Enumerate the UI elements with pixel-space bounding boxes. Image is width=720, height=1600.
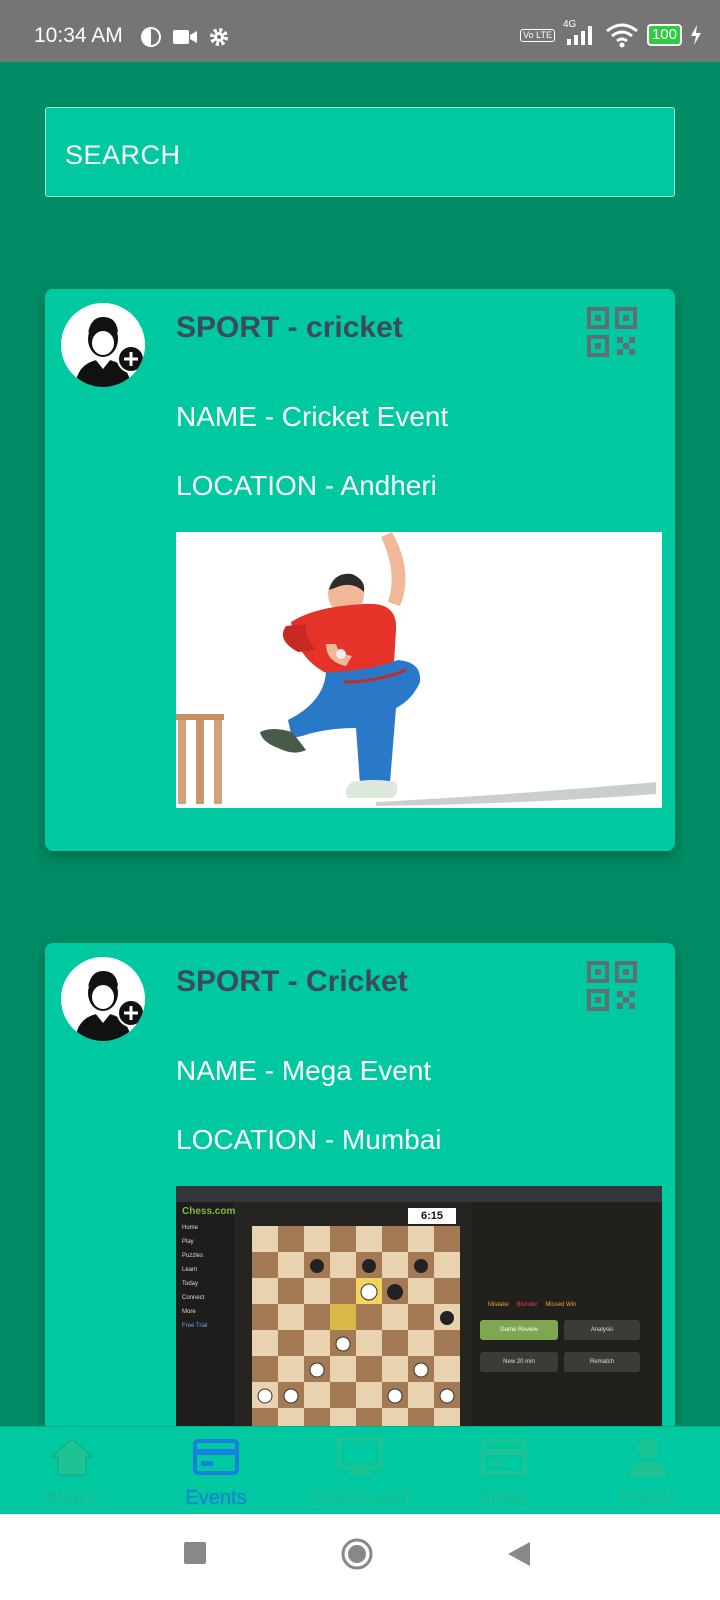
search-input[interactable]: SEARCH xyxy=(45,107,675,197)
monitor-icon xyxy=(337,1437,383,1476)
person-icon xyxy=(630,1438,666,1477)
chess-menu-item: Home xyxy=(182,1225,199,1231)
volte-badge: Vo LTE xyxy=(520,28,555,42)
cricket-bowler-illustration xyxy=(176,532,662,808)
missed-win-tag: Missed Win xyxy=(545,1302,577,1308)
nav-label: Dashboard xyxy=(311,1487,409,1509)
event-location: LOCATION - Mumbai xyxy=(176,1124,442,1155)
card-icon xyxy=(193,1439,239,1475)
chess-menu-item: Play xyxy=(182,1239,194,1245)
mistake-tag: Mistake xyxy=(488,1302,509,1308)
nav-events[interactable]: Events xyxy=(144,1427,288,1514)
user-add-icon xyxy=(61,957,145,1041)
chess-menu-item: More xyxy=(182,1309,196,1315)
avatar[interactable] xyxy=(61,957,145,1041)
home-icon xyxy=(50,1438,94,1476)
nav-label: News xyxy=(478,1487,529,1509)
nav-home[interactable]: Home xyxy=(0,1427,144,1514)
event-image xyxy=(176,532,662,808)
nav-label: Profile xyxy=(619,1487,677,1509)
event-name: NAME - Mega Event xyxy=(176,1055,432,1086)
event-sport: SPORT - cricket xyxy=(176,311,403,344)
avatar[interactable] xyxy=(61,303,145,387)
chess-logo: Chess.com xyxy=(182,1206,236,1217)
event-card[interactable]: SPORT - cricket NAME - Cricket Event LOC… xyxy=(45,289,675,851)
video-icon xyxy=(173,30,197,44)
recents-icon[interactable] xyxy=(184,1542,206,1564)
settings-gear-icon xyxy=(210,28,228,46)
charging-icon xyxy=(691,25,701,45)
nav-label: Home xyxy=(45,1487,99,1509)
chess-menu-item: Free Trial xyxy=(182,1323,208,1329)
nav-dashboard[interactable]: Dashboard xyxy=(288,1427,432,1514)
event-image: Chess.com Home Play Puzzles Learn Today … xyxy=(176,1186,662,1463)
event-card[interactable]: SPORT - Cricket NAME - Mega Event LOCATI… xyxy=(45,943,675,1463)
back-icon[interactable] xyxy=(508,1542,530,1566)
system-nav-bar xyxy=(0,1514,720,1600)
event-name: NAME - Cricket Event xyxy=(176,401,449,432)
app-notification-icon xyxy=(141,27,161,47)
chess-menu-item: Today xyxy=(182,1281,199,1287)
analysis-button: Analysis xyxy=(564,1320,640,1340)
chess-sidebar: Chess.com Home Play Puzzles Learn Today … xyxy=(176,1202,236,1463)
event-sport: SPORT - Cricket xyxy=(176,965,408,998)
home-button-icon[interactable] xyxy=(341,1538,373,1570)
status-time: 10:34 AM xyxy=(34,24,123,47)
new-game-button: New 20 min xyxy=(480,1352,558,1372)
bottom-nav: Home Events Dashboard News Profile xyxy=(0,1426,720,1514)
chess-menu-item: Learn xyxy=(182,1267,198,1273)
chess-panel: Mistake Blunder Missed Win Game Review A… xyxy=(472,1202,662,1463)
chess-menu-item: Puzzles xyxy=(182,1253,204,1259)
status-bar: 10:34 AM Vo LTE 4G 100 xyxy=(0,0,720,62)
signal-icon xyxy=(566,26,592,45)
user-add-icon xyxy=(61,303,145,387)
chess-menu-item: Connect xyxy=(182,1295,205,1301)
qr-code-icon[interactable] xyxy=(587,961,637,1011)
search-placeholder: SEARCH xyxy=(65,140,181,170)
event-location: LOCATION - Andheri xyxy=(176,470,437,501)
blunder-tag: Blunder xyxy=(516,1302,538,1308)
card-icon xyxy=(481,1439,527,1475)
nav-label: Events xyxy=(185,1487,247,1509)
qr-code-icon[interactable] xyxy=(587,307,637,357)
rematch-button: Rematch xyxy=(564,1352,640,1372)
chess-clock: 6:15 xyxy=(408,1208,456,1224)
wifi-icon xyxy=(606,23,638,48)
battery-indicator: 100 xyxy=(646,24,682,46)
nav-profile[interactable]: Profile xyxy=(576,1427,720,1514)
game-review-button: Game Review xyxy=(480,1320,558,1340)
nav-news[interactable]: News xyxy=(432,1427,576,1514)
